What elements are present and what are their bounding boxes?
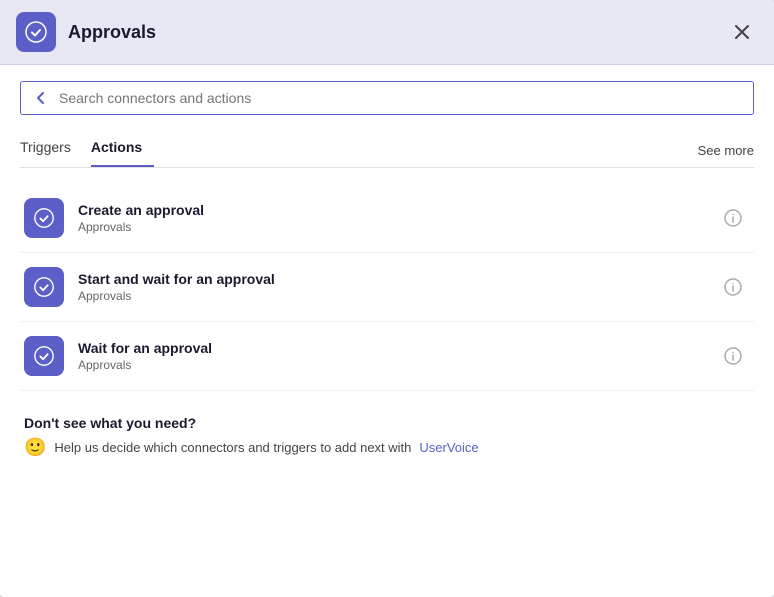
action-name-start: Start and wait for an approval (78, 271, 716, 287)
action-text-create: Create an approval Approvals (78, 202, 716, 234)
action-icon-start (24, 267, 64, 307)
info-button-wait[interactable] (716, 343, 750, 369)
tab-triggers[interactable]: Triggers (20, 133, 83, 167)
app-icon (16, 12, 56, 52)
search-input[interactable] (59, 90, 741, 106)
see-more-button[interactable]: See more (698, 139, 754, 162)
action-sub-start: Approvals (78, 289, 716, 303)
uservoice-link[interactable]: UserVoice (419, 440, 478, 455)
action-icon-wait (24, 336, 64, 376)
info-button-start[interactable] (716, 274, 750, 300)
dialog-header: Approvals (0, 0, 774, 65)
info-button-create[interactable] (716, 205, 750, 231)
search-bar (20, 81, 754, 115)
smile-icon: 🙂 (24, 437, 46, 458)
footer-title: Don't see what you need? (24, 415, 750, 431)
footer-description: 🙂 Help us decide which connectors and tr… (24, 437, 750, 458)
action-text-wait: Wait for an approval Approvals (78, 340, 716, 372)
action-item-create-approval[interactable]: Create an approval Approvals (20, 184, 754, 253)
tabs-bar: Triggers Actions See more (20, 133, 754, 168)
footer-desc-prefix: Help us decide which connectors and trig… (54, 440, 411, 455)
action-item-start-wait[interactable]: Start and wait for an approval Approvals (20, 253, 754, 322)
action-item-wait[interactable]: Wait for an approval Approvals (20, 322, 754, 391)
back-button[interactable] (33, 90, 49, 106)
action-icon-create (24, 198, 64, 238)
action-list: Create an approval Approvals (20, 184, 754, 391)
action-sub-wait: Approvals (78, 358, 716, 372)
footer: Don't see what you need? 🙂 Help us decid… (20, 415, 754, 466)
tab-actions[interactable]: Actions (91, 133, 154, 167)
action-name-wait: Wait for an approval (78, 340, 716, 356)
dialog-body: Triggers Actions See more Create an appr… (0, 65, 774, 597)
action-sub-create: Approvals (78, 220, 716, 234)
action-text-start: Start and wait for an approval Approvals (78, 271, 716, 303)
close-button[interactable] (726, 20, 758, 44)
dialog-title: Approvals (68, 22, 726, 43)
action-name-create: Create an approval (78, 202, 716, 218)
approvals-dialog: Approvals Triggers Actions See more (0, 0, 774, 597)
